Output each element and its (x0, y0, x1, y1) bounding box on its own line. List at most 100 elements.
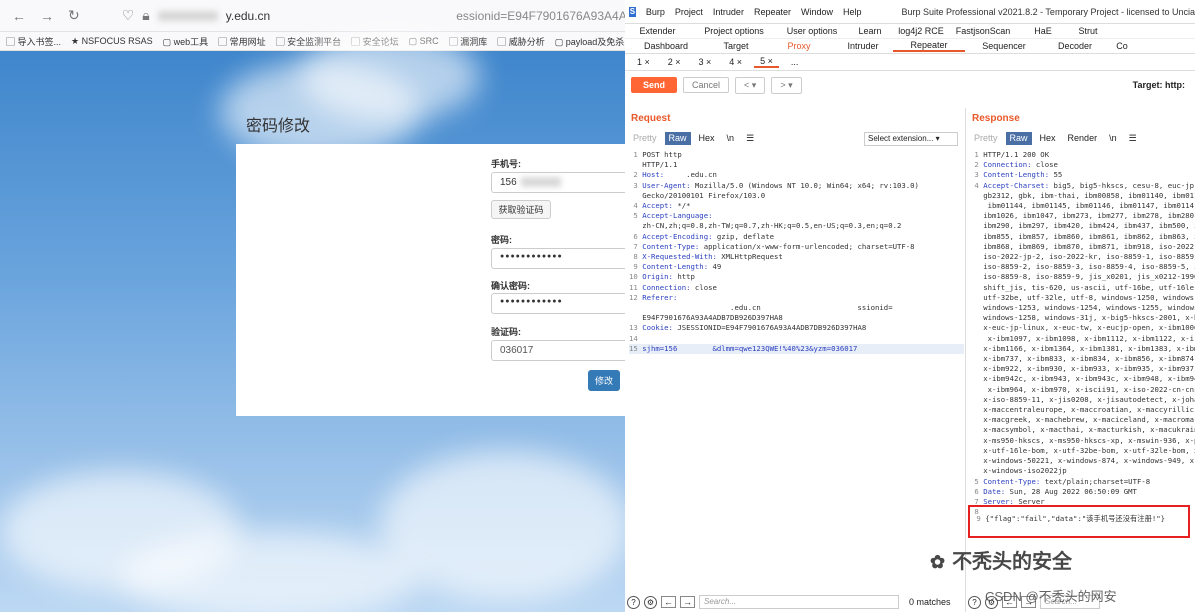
bookmark-item[interactable]: ▢ 威胁分析 (497, 35, 545, 48)
request-matches: 0 matches (909, 597, 951, 607)
url-bar[interactable]: ♡ 🔒︎ y.edu.cn essionid=E94F7901676A93A4A… (122, 7, 625, 24)
line-number (629, 160, 642, 169)
cancel-button[interactable]: Cancel (683, 77, 730, 93)
tool-tab[interactable]: Proxy (765, 41, 833, 51)
header-name: Content-Type: (983, 476, 1045, 486)
submit-button[interactable]: 修改 (588, 370, 620, 391)
view-tab[interactable]: Hex (1036, 132, 1060, 145)
bookmark-item[interactable]: ★ NSFOCUS RSAS (71, 36, 153, 47)
help-icon[interactable]: ? (968, 595, 981, 609)
bookmark-item[interactable]: ▢ 导入书签... (6, 35, 61, 48)
code-label: 验证码: (491, 327, 521, 337)
bookmark-item[interactable]: ▢ web工具 (163, 35, 209, 48)
header-value: x-macgreek, x-machebrew, x-maciceland, x… (983, 415, 1195, 425)
prev-match-icon[interactable]: ← (661, 596, 676, 608)
code-line: 9 {"flag":"fail","data":"该手机号还没有注册!"} (972, 514, 1165, 524)
code-line: ibm1026, ibm1047, ibm273, ibm277, ibm278… (970, 211, 1195, 221)
settings-icon[interactable]: ⚙ (644, 595, 657, 609)
repeater-tab[interactable]: 2 × (662, 57, 687, 67)
header-value: */* (677, 201, 691, 211)
code-line: x-ibm1166, x-ibm1364, x-ibm1381, x-ibm13… (970, 344, 1195, 354)
view-tab[interactable]: \n (1105, 132, 1121, 145)
get-code-button[interactable]: 获取验证码 (491, 200, 551, 219)
view-tab[interactable]: Raw (664, 132, 691, 145)
tool-tab[interactable]: Learn (846, 26, 894, 36)
tool-tab[interactable]: log4j2 RCE (894, 26, 948, 36)
tool-tab[interactable]: Sequencer (965, 41, 1043, 51)
code-line: iso-8859-2, iso-8859-3, iso-8859-4, iso-… (970, 262, 1195, 272)
bookmark-item[interactable]: ▢ 常用网址 (218, 35, 266, 48)
menu-item[interactable]: Window (801, 7, 833, 17)
request-search-input[interactable]: Search... (699, 595, 899, 609)
menu-item[interactable]: Intruder (713, 7, 744, 17)
line-number: 3 (970, 170, 984, 180)
request-editor[interactable]: 1 POST http HTTP/1.1 2 Host: .edu.cn 3 U… (629, 150, 964, 590)
tool-tab[interactable]: Decoder (1043, 41, 1107, 51)
tool-tab[interactable]: Co (1107, 41, 1137, 51)
code-line: x-euc-jp-linux, x-euc-tw, x-eucjp-open, … (970, 323, 1195, 333)
code-line: Gecko/20100101 Firefox/103.0 (629, 191, 964, 201)
bookmark-item[interactable]: ▢ payload及免杀 (555, 35, 625, 48)
next-icon[interactable]: > ▾ (771, 76, 802, 94)
tool-tab[interactable]: Repeater (893, 40, 965, 52)
tool-tab[interactable]: Intruder (833, 41, 893, 51)
code-line: 5 Accept-Language: (629, 211, 964, 221)
repeater-tab[interactable]: 1 × (631, 57, 656, 67)
view-tab[interactable]: ☰ (1125, 132, 1141, 145)
code-line: 7 Content-Type: application/x-www-form-u… (629, 242, 964, 252)
response-editor[interactable]: 1 HTTP/1.1 200 OK 2 Connection: close 3 … (970, 150, 1195, 530)
line-number (629, 313, 642, 322)
forward-icon[interactable]: → (40, 8, 54, 24)
line-number: 13 (629, 323, 643, 333)
tool-tab[interactable]: Dashboard (625, 41, 707, 51)
view-tab[interactable]: \n (723, 132, 739, 145)
line-number (970, 354, 983, 363)
code-input[interactable]: 036017 (491, 340, 625, 361)
code-line: 13 Cookie: JSESSIONID=E94F7901676A93A4AD… (629, 323, 964, 333)
tool-tab[interactable]: Target (707, 41, 765, 51)
prev-icon[interactable]: < ▾ (735, 76, 766, 94)
password-input[interactable]: ●●●●●●●●●●●● (491, 248, 625, 269)
tool-tab[interactable]: Project options (690, 26, 778, 36)
select-extension-dropdown[interactable]: Select extension... ▾ (864, 132, 958, 146)
menu-item[interactable]: Repeater (754, 7, 791, 17)
code-line: 2 Connection: close (970, 160, 1195, 170)
repeater-tab[interactable]: 5 × (754, 56, 779, 68)
tool-tabs-row1: Extender Project options User options Learn… (625, 24, 1195, 39)
line-number: 2 (629, 170, 643, 180)
back-icon[interactable]: ← (12, 8, 26, 24)
tool-tab[interactable]: Extender (625, 26, 690, 36)
header-name: Date: (983, 486, 1010, 496)
tool-tab[interactable]: HaE (1018, 26, 1068, 36)
menu-item[interactable]: Help (843, 7, 862, 17)
menu-item[interactable]: Project (675, 7, 703, 17)
line-number (970, 272, 983, 281)
repeater-tab[interactable]: 4 × (723, 57, 748, 67)
header-value: x-maccentraleurope, x-maccroatian, x-mac… (983, 405, 1195, 415)
view-tab[interactable]: Render (1064, 132, 1102, 145)
tool-tab[interactable]: User options (778, 26, 846, 36)
view-tab[interactable]: Raw (1005, 132, 1032, 145)
view-tab[interactable]: Pretty (970, 132, 1002, 145)
view-tab[interactable]: ☰ (742, 132, 758, 145)
view-tab[interactable]: Pretty (629, 132, 661, 145)
phone-input[interactable]: 156 (491, 172, 625, 193)
confirm-password-input[interactable]: ●●●●●●●●●●●● (491, 293, 625, 314)
view-tab[interactable]: Hex (695, 132, 719, 145)
repeater-tab[interactable]: 3 × (693, 57, 718, 67)
header-name: Content-Type: (642, 241, 704, 251)
tool-tab[interactable]: Strut (1068, 26, 1108, 36)
next-match-icon[interactable]: → (680, 596, 695, 608)
repeater-tab[interactable]: ... (785, 57, 805, 67)
reload-icon[interactable]: ↻ (68, 7, 80, 24)
header-value: x-windows-50221, x-windows-874, x-window… (983, 456, 1195, 466)
send-button[interactable]: Send (631, 77, 678, 93)
header-value: 55 (1053, 170, 1063, 180)
help-icon[interactable]: ? (627, 595, 640, 609)
tool-tab[interactable]: FastjsonScan (948, 26, 1018, 36)
header-name: User-Agent: (642, 180, 695, 190)
menu-item[interactable]: Burp (646, 7, 665, 17)
line-number (970, 252, 983, 261)
header-value: ibm1026, ibm1047, ibm273, ibm277, ibm278… (983, 211, 1195, 221)
line-number: 12 (629, 292, 643, 302)
